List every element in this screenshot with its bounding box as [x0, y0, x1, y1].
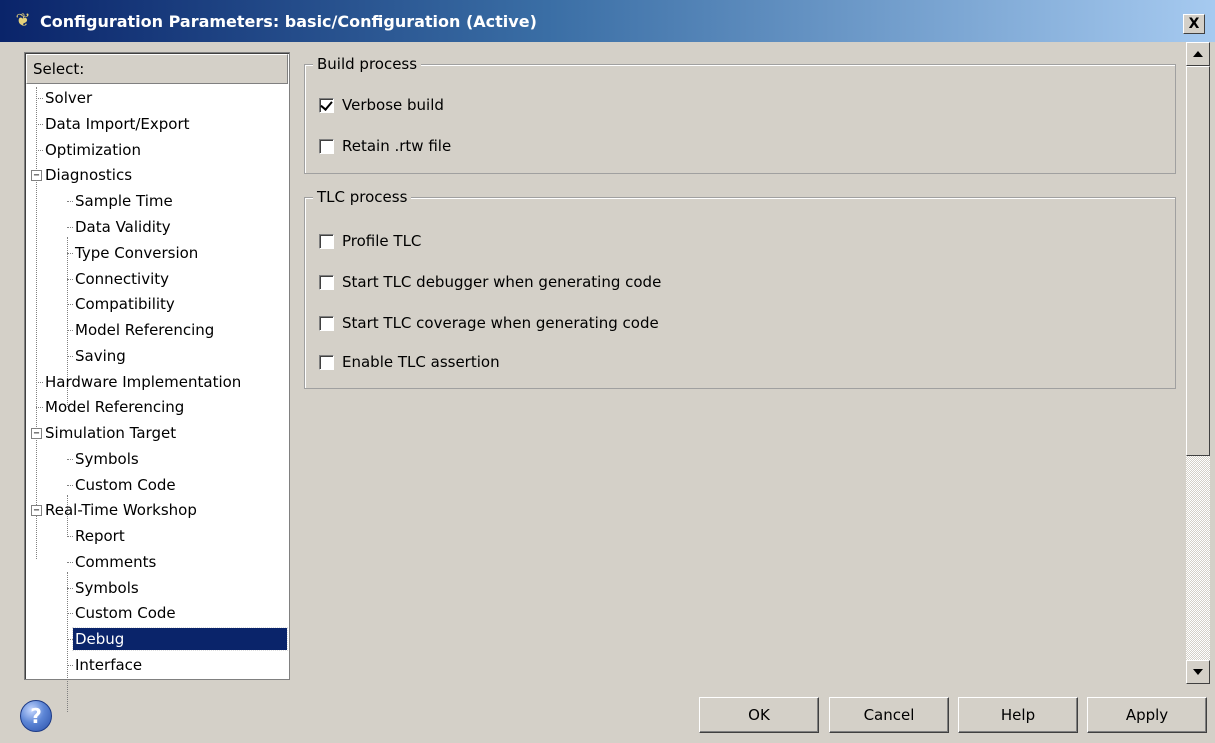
checkbox-label: Retain .rtw file: [342, 137, 452, 155]
tree-item-comments[interactable]: Comments: [73, 551, 158, 573]
tree-item-label: Symbols: [75, 450, 139, 468]
checkbox-box[interactable]: [319, 97, 334, 113]
enable-tlc-assertion-checkbox[interactable]: Enable TLC assertion: [319, 351, 500, 373]
collapse-toggle-icon[interactable]: −: [31, 505, 42, 516]
tree-item-label: Hardware Implementation: [45, 373, 242, 391]
apply-button[interactable]: Apply: [1087, 697, 1207, 733]
tree-item-diagnostics[interactable]: Diagnostics: [43, 164, 134, 186]
tree-item-debug[interactable]: Debug: [72, 627, 288, 651]
tree-item-symbols[interactable]: Symbols: [73, 577, 141, 599]
tree-item-label: Simulation Target: [45, 424, 177, 442]
scroll-thumb[interactable]: [1186, 66, 1210, 456]
tree-item-label: Custom Code: [75, 476, 176, 494]
tree-item-symbols[interactable]: Symbols: [73, 448, 141, 470]
window-title: Configuration Parameters: basic/Configur…: [40, 11, 537, 31]
checkbox-box[interactable]: [319, 274, 334, 290]
tree-item-sample-time[interactable]: Sample Time: [73, 190, 175, 212]
tree-header: Select:: [26, 54, 288, 84]
start-tlc-coverage-checkbox[interactable]: Start TLC coverage when generating code: [319, 312, 659, 334]
tree-item-real-time-workshop[interactable]: Real-Time Workshop: [43, 499, 199, 521]
help-button[interactable]: Help: [958, 697, 1078, 733]
tree-connector: [36, 124, 43, 125]
tree-item-label: Model Referencing: [45, 398, 185, 416]
tree-connector: [36, 382, 43, 383]
tree-item-label: Diagnostics: [45, 166, 133, 184]
help-circle-icon[interactable]: ?: [20, 700, 52, 732]
tree-item-label: Solver: [45, 89, 93, 107]
checkbox-label: Verbose build: [342, 96, 444, 114]
ok-button[interactable]: OK: [699, 697, 819, 733]
tree-item-label: Report: [75, 527, 125, 545]
tree-item-label: Model Referencing: [75, 321, 215, 339]
tree-item-label: Symbols: [75, 579, 139, 597]
tree-item-label: Saving: [75, 347, 126, 365]
checkbox-box[interactable]: [319, 315, 334, 331]
simulink-tree-icon: ❦: [15, 10, 31, 31]
scroll-down-button[interactable]: [1186, 660, 1210, 684]
tree-item-data-validity[interactable]: Data Validity: [73, 216, 173, 238]
vertical-scrollbar[interactable]: [1186, 42, 1210, 684]
tree-item-custom-code[interactable]: Custom Code: [73, 474, 178, 496]
start-tlc-debugger-checkbox[interactable]: Start TLC debugger when generating code: [319, 271, 661, 293]
verbose-build-checkbox[interactable]: Verbose build: [319, 94, 444, 116]
tree-item-label: Optimization: [45, 141, 141, 159]
scroll-up-button[interactable]: [1186, 42, 1210, 66]
tree-item-label: Data Import/Export: [45, 115, 190, 133]
tree-item-label: Sample Time: [75, 192, 173, 210]
tree-item-hardware-implementation[interactable]: Hardware Implementation: [43, 371, 243, 393]
tree-item-optimization[interactable]: Optimization: [43, 139, 143, 161]
cancel-button[interactable]: Cancel: [829, 697, 949, 733]
profile-tlc-checkbox[interactable]: Profile TLC: [319, 230, 421, 252]
tree-item-label: Real-Time Workshop: [45, 501, 197, 519]
checkbox-box[interactable]: [319, 138, 334, 154]
arrow-down-icon: [1193, 669, 1203, 675]
tree-item-saving[interactable]: Saving: [73, 345, 128, 367]
tlc-process-group: TLC process Profile TLC Start TLC debugg…: [304, 187, 1176, 389]
collapse-toggle-icon[interactable]: −: [31, 170, 42, 181]
arrow-up-icon: [1193, 51, 1203, 57]
tree-item-interface[interactable]: Interface: [73, 654, 144, 676]
tree-panel: Select: − − − Solver Data Import/Export: [24, 52, 290, 712]
tree-body: − − − Solver Data Import/Export Optimiza…: [25, 87, 289, 712]
close-button[interactable]: X: [1183, 14, 1205, 34]
tree-item-type-conversion[interactable]: Type Conversion: [73, 242, 200, 264]
checkbox-label: Enable TLC assertion: [342, 353, 500, 371]
tree-item-solver[interactable]: Solver: [43, 87, 94, 109]
tree-item-label: Interface: [75, 656, 143, 674]
tree-connector: [36, 150, 43, 151]
tree-item-label: Type Conversion: [75, 244, 199, 262]
tree-item-label: Custom Code: [75, 604, 176, 622]
tree-item-model-referencing[interactable]: Model Referencing: [73, 319, 216, 341]
checkbox-label: Profile TLC: [342, 232, 422, 250]
tree-item-model-referencing[interactable]: Model Referencing: [43, 396, 186, 418]
tree-connector: [36, 87, 37, 559]
checkbox-box[interactable]: [319, 354, 334, 370]
tree-connector: [67, 572, 68, 712]
checkbox-box[interactable]: [319, 233, 334, 249]
group-legend: Build process: [313, 54, 422, 74]
tree-item-simulation-target[interactable]: Simulation Target: [43, 422, 178, 444]
title-bar: ❦ Configuration Parameters: basic/Config…: [0, 0, 1215, 42]
checkbox-label: Start TLC coverage when generating code: [342, 314, 659, 332]
tree-connector: [36, 98, 43, 99]
group-legend: TLC process: [313, 187, 412, 207]
tree-connector: [36, 407, 43, 408]
tree-item-label: Connectivity: [75, 270, 169, 288]
checkbox-label: Start TLC debugger when generating code: [342, 273, 662, 291]
tree-item-label: Comments: [75, 553, 157, 571]
tree-item-label: Compatibility: [75, 295, 175, 313]
retain-rtw-file-checkbox[interactable]: Retain .rtw file: [319, 135, 451, 157]
build-process-group: Build process Verbose build Retain .rtw …: [304, 54, 1176, 174]
tree-item-compatibility[interactable]: Compatibility: [73, 293, 177, 315]
tree-item-connectivity[interactable]: Connectivity: [73, 268, 171, 290]
tree-item-report[interactable]: Report: [73, 525, 127, 547]
tree-item-label: Data Validity: [75, 218, 171, 236]
tree-item-label: Debug: [72, 627, 288, 651]
tree-item-data-import-export[interactable]: Data Import/Export: [43, 113, 192, 135]
collapse-toggle-icon[interactable]: −: [31, 428, 42, 439]
tree-item-custom-code[interactable]: Custom Code: [73, 602, 178, 624]
